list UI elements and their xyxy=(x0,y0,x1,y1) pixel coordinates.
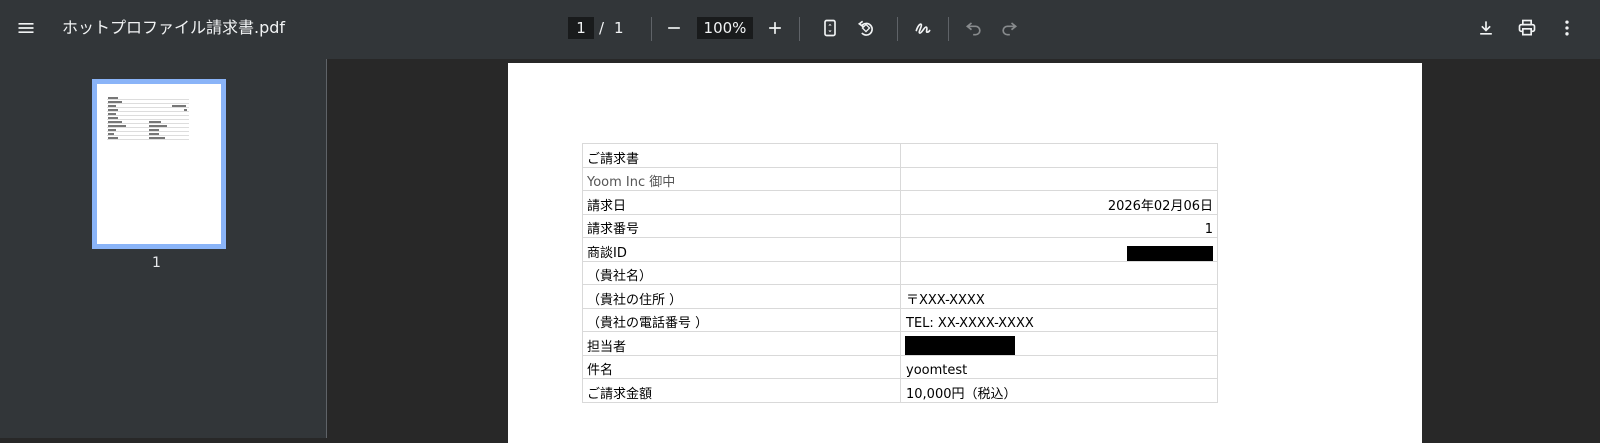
table-row: ご請求書 xyxy=(582,143,1218,168)
table-row: 商談ID xyxy=(582,237,1218,262)
page-total: 1 xyxy=(614,19,624,37)
document-title: ホットプロファイル請求書.pdf xyxy=(62,18,286,37)
table-row: （貴社の電話番号 ） TEL: XX-XXXX-XXXX xyxy=(582,307,1218,332)
row-key: Yoom Inc 御中 xyxy=(582,166,901,191)
invoice-number-value: 1 xyxy=(900,213,1218,238)
table-row: 担当者 xyxy=(582,331,1218,356)
row-key: ご請求金額 xyxy=(582,378,901,403)
more-vert-icon xyxy=(1565,20,1569,36)
fit-page-button[interactable] xyxy=(812,10,848,46)
row-key: 請求日 xyxy=(582,190,901,215)
plus-icon xyxy=(769,22,781,34)
thumbnail-sidebar: 1 xyxy=(0,59,327,438)
deal-id-cell xyxy=(900,237,1218,262)
row-value xyxy=(900,166,1218,191)
toolbar-divider xyxy=(948,17,949,41)
invoice-date-value: 2026年02月06日 xyxy=(900,190,1218,215)
toolbar-divider xyxy=(651,17,652,41)
row-key: 商談ID xyxy=(582,237,901,262)
menu-button[interactable] xyxy=(8,10,44,46)
thumbnail-table-preview xyxy=(107,96,189,140)
table-row: Yoom Inc 御中 xyxy=(582,166,1218,191)
rotate-button[interactable] xyxy=(848,10,884,46)
subject-value: yoomtest xyxy=(900,354,1218,379)
print-icon xyxy=(1518,19,1536,36)
redaction-block xyxy=(905,335,1015,355)
table-row: ご請求金額 10,000円（税込） xyxy=(582,378,1218,403)
row-value xyxy=(900,260,1218,285)
row-key: （貴社の電話番号 ） xyxy=(582,307,901,332)
print-button[interactable] xyxy=(1509,10,1545,46)
draw-icon xyxy=(915,23,931,34)
address-value: 〒XXX-XXXX xyxy=(900,284,1218,309)
annotate-button[interactable] xyxy=(905,10,941,46)
menu-icon xyxy=(18,23,34,33)
row-value xyxy=(900,143,1218,168)
zoom-input[interactable]: 100% xyxy=(697,17,753,39)
undo-icon xyxy=(965,22,981,36)
phone-value: TEL: XX-XXXX-XXXX xyxy=(900,307,1218,332)
more-options-button[interactable] xyxy=(1549,10,1585,46)
table-row: 件名 yoomtest xyxy=(582,354,1218,379)
toolbar-divider xyxy=(897,17,898,41)
pdf-toolbar: ホットプロファイル請求書.pdf 1 / 1 100% xyxy=(0,0,1600,59)
toolbar-divider xyxy=(799,17,800,41)
page-separator: / xyxy=(599,19,605,37)
contact-person-cell xyxy=(900,331,1218,356)
table-row: 請求日 2026年02月06日 xyxy=(582,190,1218,215)
fit-page-icon xyxy=(824,19,836,37)
pdf-page: ご請求書 Yoom Inc 御中 請求日 2026年02月06日 請求番号 1 … xyxy=(508,63,1422,443)
page-number-input[interactable]: 1 xyxy=(568,17,594,39)
redaction-block xyxy=(1127,245,1213,261)
page-thumbnail[interactable] xyxy=(92,79,226,249)
zoom-out-button[interactable] xyxy=(656,10,692,46)
redo-button[interactable] xyxy=(991,10,1027,46)
invoice-table: ご請求書 Yoom Inc 御中 請求日 2026年02月06日 請求番号 1 … xyxy=(582,143,1218,403)
row-key: 件名 xyxy=(582,354,901,379)
table-row: 請求番号 1 xyxy=(582,213,1218,238)
download-icon xyxy=(1480,21,1492,35)
row-key: 請求番号 xyxy=(582,213,901,238)
row-key: （貴社名） xyxy=(582,260,901,285)
redo-icon xyxy=(1002,22,1018,36)
table-row: （貴社名） xyxy=(582,260,1218,285)
thumbnail-page-label: 1 xyxy=(152,255,161,271)
document-viewer[interactable]: ご請求書 Yoom Inc 御中 請求日 2026年02月06日 請求番号 1 … xyxy=(328,59,1600,443)
minus-icon xyxy=(668,27,680,29)
row-key: 担当者 xyxy=(582,331,901,356)
amount-value: 10,000円（税込） xyxy=(900,378,1218,403)
thumbnail-preview xyxy=(97,84,221,244)
download-button[interactable] xyxy=(1468,10,1504,46)
row-key: （貴社の住所 ） xyxy=(582,284,901,309)
table-row: （貴社の住所 ） 〒XXX-XXXX xyxy=(582,284,1218,309)
zoom-in-button[interactable] xyxy=(757,10,793,46)
undo-button[interactable] xyxy=(956,10,992,46)
row-key: ご請求書 xyxy=(582,143,901,168)
rotate-icon xyxy=(857,20,873,36)
